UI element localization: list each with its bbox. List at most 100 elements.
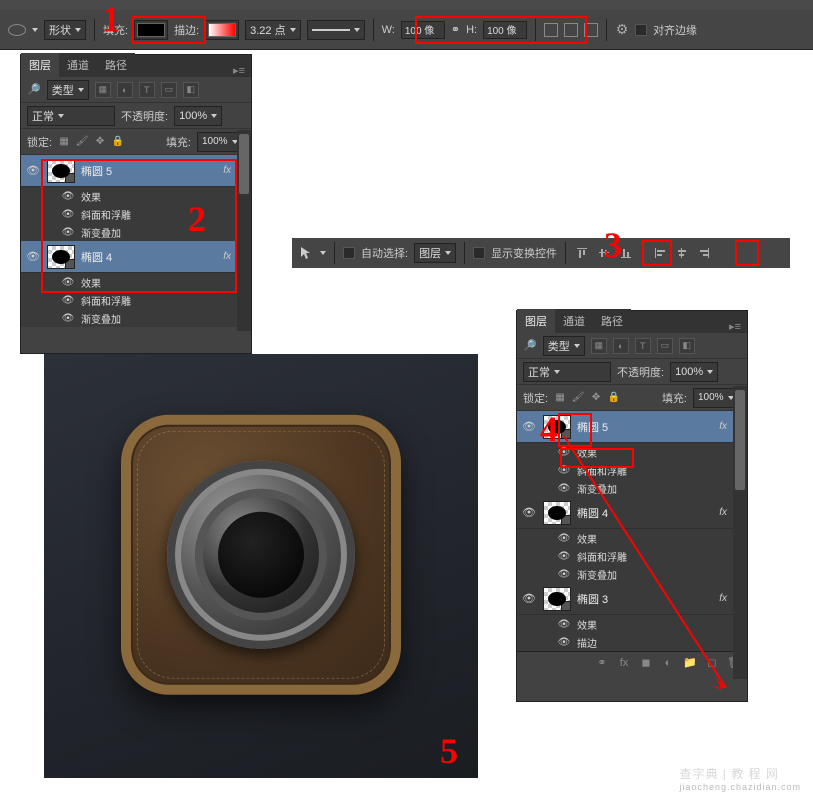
- panel-menu-icon[interactable]: ▸≡: [723, 320, 747, 333]
- filter-shape-icon[interactable]: ▭: [657, 338, 673, 354]
- blend-mode-dropdown[interactable]: 正常: [27, 106, 115, 126]
- link-layers-icon[interactable]: ⚭: [595, 656, 609, 670]
- lock-all-icon[interactable]: 🔒: [112, 136, 124, 148]
- effect-name: 渐变叠加: [81, 311, 121, 326]
- lock-pos-icon[interactable]: ✥: [94, 136, 106, 148]
- lock-paint-icon[interactable]: 🖌: [572, 392, 584, 404]
- annotation-3: 3: [604, 224, 622, 266]
- mask-icon[interactable]: ◼: [639, 656, 653, 670]
- tab-paths[interactable]: 路径: [97, 53, 135, 77]
- align-edges-checkbox[interactable]: [635, 24, 647, 36]
- fx-icon[interactable]: fx: [617, 656, 631, 670]
- visibility-icon[interactable]: 👁: [557, 569, 571, 580]
- autoselect-target-dropdown[interactable]: 图层: [414, 243, 456, 263]
- visibility-icon[interactable]: 👁: [521, 420, 537, 433]
- fx-badge[interactable]: fx: [719, 593, 727, 604]
- layer-thumbnail[interactable]: [543, 587, 571, 611]
- lock-trans-icon[interactable]: ▦: [554, 392, 566, 404]
- tab-layers[interactable]: 图层: [21, 53, 59, 77]
- scroll-thumb[interactable]: [735, 390, 745, 490]
- shape-mode-dropdown[interactable]: 形状: [44, 20, 86, 40]
- visibility-icon[interactable]: 👁: [61, 313, 75, 324]
- filter-pixel-icon[interactable]: ▦: [591, 338, 607, 354]
- lock-trans-icon[interactable]: ▦: [58, 136, 70, 148]
- new-layer-icon[interactable]: ◻: [705, 656, 719, 670]
- opacity-field[interactable]: 100%: [670, 362, 718, 382]
- tab-paths[interactable]: 路径: [593, 309, 631, 333]
- layer-name: 椭圆 4: [577, 505, 713, 521]
- effect-item[interactable]: 👁描边: [517, 633, 747, 651]
- tab-channels[interactable]: 通道: [555, 309, 593, 333]
- layer-row[interactable]: 👁 椭圆 3 fx ▾: [517, 583, 747, 615]
- chevron-down-icon[interactable]: [32, 28, 38, 32]
- filter-type-dropdown[interactable]: 类型: [543, 336, 585, 356]
- align-hcenter-icon[interactable]: [674, 245, 690, 261]
- stroke-style-dropdown[interactable]: [307, 20, 365, 40]
- effect-name: 斜面和浮雕: [577, 549, 627, 564]
- align-right-icon[interactable]: [696, 245, 712, 261]
- stroke-width-field[interactable]: 3.22 点: [245, 20, 300, 40]
- layer-thumbnail[interactable]: [543, 501, 571, 525]
- chevron-down-icon[interactable]: [320, 251, 326, 255]
- lock-paint-icon[interactable]: 🖌: [76, 136, 88, 148]
- visibility-icon[interactable]: 👁: [521, 592, 537, 605]
- tab-layers[interactable]: 图层: [517, 309, 555, 333]
- blend-mode-value: 正常: [528, 364, 550, 380]
- align-top-icon[interactable]: [574, 245, 590, 261]
- effect-item[interactable]: 👁渐变叠加: [517, 479, 747, 497]
- ellipse-tool-icon[interactable]: [8, 24, 26, 36]
- effects-header[interactable]: 👁效果: [517, 615, 747, 633]
- filter-smart-icon[interactable]: ◧: [183, 82, 199, 98]
- panel-menu-icon[interactable]: ▸≡: [227, 64, 251, 77]
- fx-badge[interactable]: fx: [719, 507, 727, 518]
- autoselect-checkbox[interactable]: [343, 247, 355, 259]
- visibility-icon[interactable]: 👁: [557, 551, 571, 562]
- group-icon[interactable]: 📁: [683, 656, 697, 670]
- fx-badge[interactable]: fx: [719, 421, 727, 432]
- effect-item[interactable]: 👁 斜面和浮雕: [517, 547, 747, 565]
- blend-row: 正常 不透明度: 100%: [21, 103, 251, 129]
- gear-icon[interactable]: [615, 23, 629, 37]
- filter-type-dropdown[interactable]: 类型: [47, 80, 89, 100]
- stroke-swatch-dropdown[interactable]: [205, 20, 239, 40]
- divider: [373, 19, 374, 41]
- filter-shape-icon[interactable]: ▭: [161, 82, 177, 98]
- app-menubar[interactable]: [0, 0, 813, 10]
- visibility-icon[interactable]: 👁: [61, 295, 75, 306]
- visibility-icon[interactable]: 👁: [557, 483, 571, 494]
- opacity-field[interactable]: 100%: [174, 106, 222, 126]
- camera-app-icon: [121, 415, 401, 695]
- autoselect-label: 自动选择:: [361, 245, 408, 261]
- move-tool-icon[interactable]: [300, 246, 314, 260]
- layer-row[interactable]: 👁 椭圆 4 fx ▾: [517, 497, 747, 529]
- effects-header[interactable]: 👁效果: [517, 529, 747, 547]
- tab-channels[interactable]: 通道: [59, 53, 97, 77]
- effect-item[interactable]: 👁 渐变叠加: [21, 309, 251, 327]
- visibility-icon[interactable]: 👁: [557, 637, 571, 648]
- visibility-icon[interactable]: 👁: [521, 506, 537, 519]
- filter-pixel-icon[interactable]: ▦: [95, 82, 111, 98]
- visibility-icon[interactable]: 👁: [557, 533, 571, 544]
- filter-adjust-icon[interactable]: ◐: [613, 338, 629, 354]
- layer-filter-row: 🔎 类型 ▦ ◐ T ▭ ◧: [517, 333, 747, 359]
- divider: [464, 242, 465, 264]
- adjustment-icon[interactable]: ◐: [661, 656, 675, 670]
- filter-smart-icon[interactable]: ◧: [679, 338, 695, 354]
- lock-pos-icon[interactable]: ✥: [590, 392, 602, 404]
- scrollbar[interactable]: [237, 130, 251, 331]
- effect-item[interactable]: 👁渐变叠加: [517, 565, 747, 583]
- highlight-2: [41, 159, 237, 293]
- visibility-icon[interactable]: 👁: [557, 619, 571, 630]
- effect-item[interactable]: 👁斜面和浮雕: [21, 291, 251, 309]
- visibility-icon[interactable]: 👁: [25, 250, 41, 263]
- filter-type-icon[interactable]: T: [139, 82, 155, 98]
- show-transform-checkbox[interactable]: [473, 247, 485, 259]
- visibility-icon[interactable]: 👁: [25, 164, 41, 177]
- filter-adjust-icon[interactable]: ◐: [117, 82, 133, 98]
- document-canvas: 5: [44, 354, 478, 778]
- scroll-thumb[interactable]: [239, 134, 249, 194]
- lock-all-icon[interactable]: 🔒: [608, 392, 620, 404]
- scrollbar[interactable]: [733, 386, 747, 679]
- blend-mode-dropdown[interactable]: 正常: [523, 362, 611, 382]
- filter-type-icon[interactable]: T: [635, 338, 651, 354]
